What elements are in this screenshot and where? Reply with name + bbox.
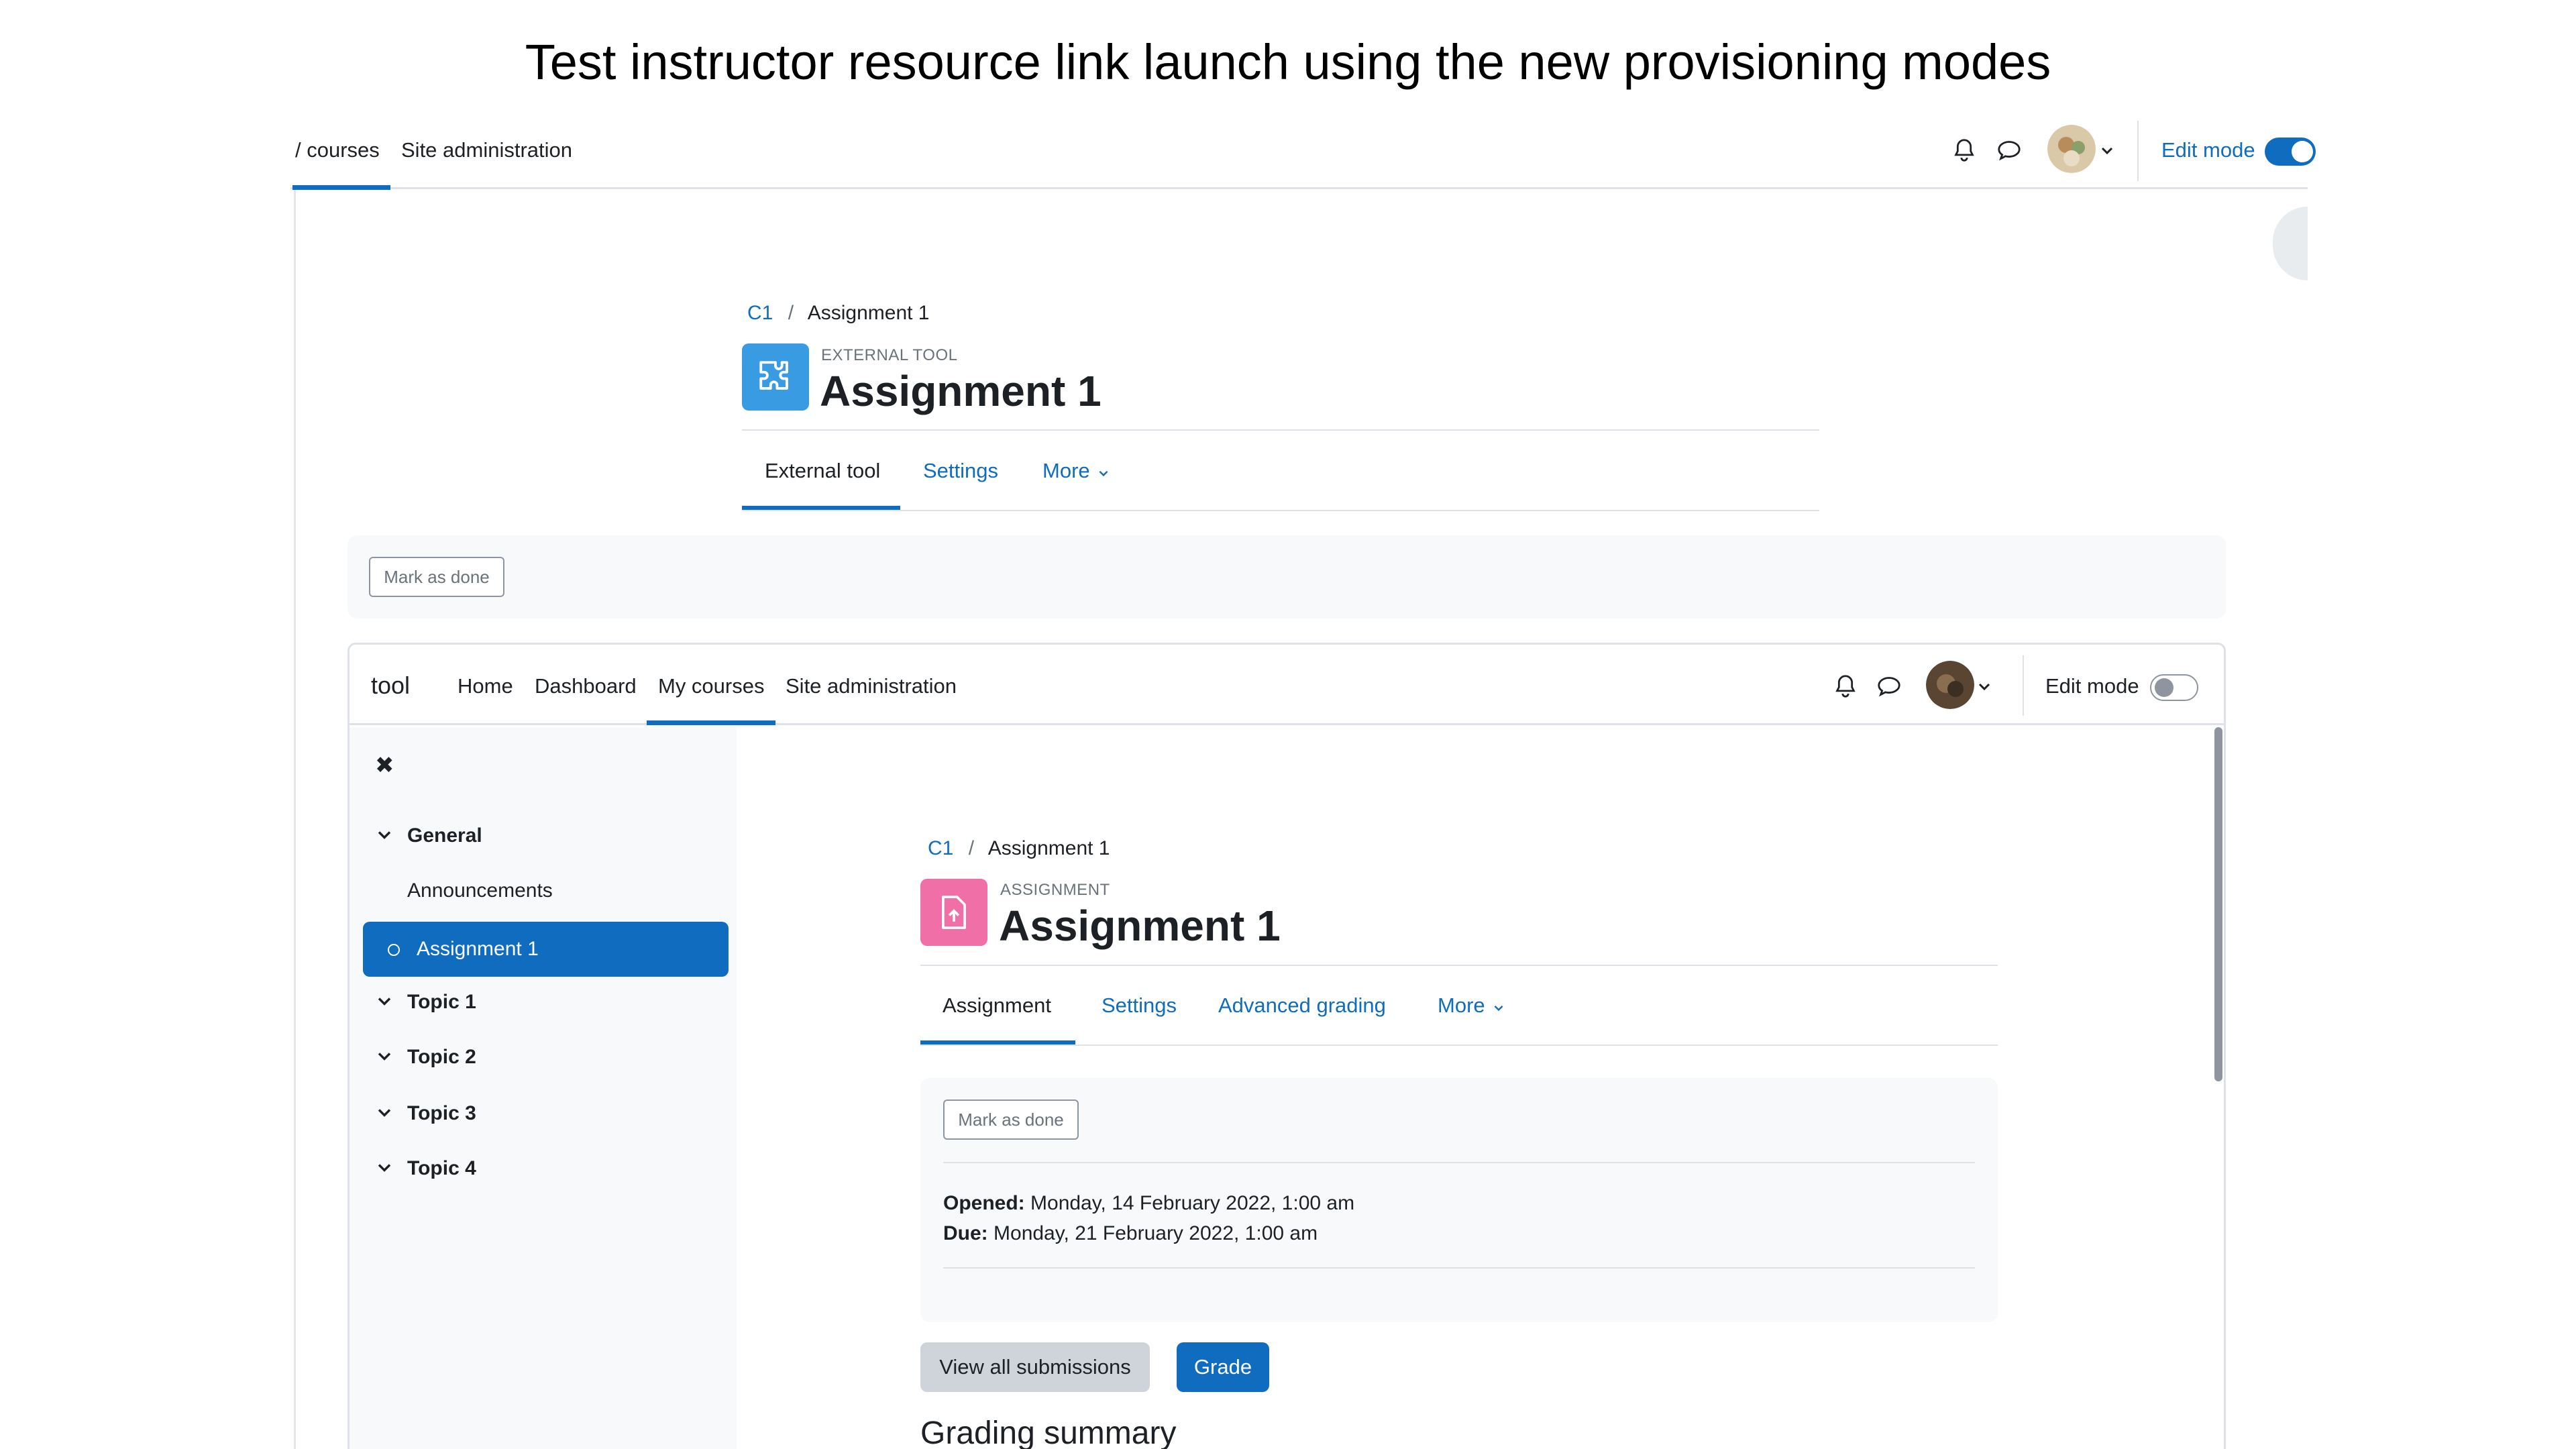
scrollbar-thumb[interactable] <box>2214 727 2222 1081</box>
tab-more-label: More <box>1438 994 1485 1017</box>
sidebar-section-topic-3[interactable]: Topic 3 <box>407 1102 476 1125</box>
nav-site-administration[interactable]: Site administration <box>786 674 957 698</box>
chevron-down-icon[interactable] <box>1976 678 1993 696</box>
tabs-divider-line <box>742 510 1819 511</box>
assignment-icon <box>920 879 987 946</box>
chevron-down-icon[interactable] <box>376 830 392 844</box>
header-divider <box>2023 655 2024 716</box>
mark-as-done-button[interactable]: Mark as done <box>369 557 504 597</box>
sidebar-item-announcements[interactable]: Announcements <box>407 879 553 902</box>
avatar[interactable] <box>1926 661 1974 709</box>
chevron-down-icon <box>1099 470 1108 477</box>
grading-summary-heading: Grading summary <box>920 1415 1177 1449</box>
slide-title: Test instructor resource link launch usi… <box>525 34 2051 90</box>
breadcrumb-current: Assignment 1 <box>807 302 930 324</box>
nav-site-administration[interactable]: Site administration <box>401 138 572 162</box>
chat-icon[interactable] <box>1875 673 1903 700</box>
sidebar-section-topic-1[interactable]: Topic 1 <box>407 991 476 1014</box>
chevron-down-icon[interactable] <box>376 1108 392 1122</box>
breadcrumb: C1 / Assignment 1 <box>747 302 930 325</box>
chevron-down-icon[interactable] <box>376 1051 392 1065</box>
breadcrumb-course[interactable]: C1 <box>747 302 773 324</box>
due-date: Due: Monday, 21 February 2022, 1:00 am <box>943 1222 1318 1245</box>
sidebar-item-label: Assignment 1 <box>417 938 539 960</box>
due-label: Due: <box>943 1222 988 1244</box>
sidebar-section-topic-2[interactable]: Topic 2 <box>407 1046 476 1069</box>
sidebar-item-assignment-1[interactable]: Assignment 1 <box>363 922 729 977</box>
opened-date: Opened: Monday, 14 February 2022, 1:00 a… <box>943 1192 1354 1215</box>
site-brand[interactable]: tool <box>371 672 410 700</box>
tab-external-tool[interactable]: External tool <box>765 459 880 483</box>
edit-mode-label: Edit mode <box>2161 138 2255 162</box>
avatar[interactable] <box>2047 125 2096 173</box>
sidebar-section-topic-4[interactable]: Topic 4 <box>407 1157 476 1180</box>
chat-icon[interactable] <box>1995 137 2023 164</box>
breadcrumb-separator: / <box>968 837 975 859</box>
grade-button[interactable]: Grade <box>1177 1342 1269 1392</box>
breadcrumb-separator: / <box>788 302 794 324</box>
edit-mode-label: Edit mode <box>2045 674 2139 698</box>
chevron-down-icon[interactable] <box>2098 142 2116 160</box>
edit-mode-toggle[interactable] <box>2150 674 2198 701</box>
dates-divider-line <box>943 1162 1975 1163</box>
drawer-toggle-button[interactable] <box>2273 207 2308 280</box>
breadcrumb: C1 / Assignment 1 <box>928 837 1110 860</box>
chevron-down-icon[interactable] <box>376 996 392 1010</box>
activity-type-label: ASSIGNMENT <box>1000 881 1110 899</box>
tab-settings[interactable]: Settings <box>1102 994 1177 1018</box>
chevron-down-icon <box>1494 1005 1503 1012</box>
nav-my-courses[interactable]: My courses <box>658 674 764 698</box>
activity-completion-panel <box>347 535 2226 619</box>
embedded-tool-frame: tool Home Dashboard My courses Site admi… <box>347 643 2226 1449</box>
tab-advanced-grading[interactable]: Advanced grading <box>1218 994 1386 1018</box>
nav-home[interactable]: Home <box>458 674 513 698</box>
close-icon[interactable]: ✖ <box>375 752 394 779</box>
nav-dashboard[interactable]: Dashboard <box>535 674 637 698</box>
tab-more[interactable]: More <box>1438 994 1504 1018</box>
breadcrumb-course[interactable]: C1 <box>928 837 953 859</box>
chevron-down-icon[interactable] <box>376 1163 392 1177</box>
opened-value: Monday, 14 February 2022, 1:00 am <box>1030 1192 1355 1214</box>
nav-my-courses[interactable]: / courses <box>295 138 380 162</box>
bell-icon[interactable] <box>1951 137 1978 164</box>
breadcrumb-current: Assignment 1 <box>987 837 1110 859</box>
bell-icon[interactable] <box>1832 673 1859 700</box>
nav-active-indicator <box>647 720 775 725</box>
completion-circle-icon <box>388 944 400 956</box>
opened-label: Opened: <box>943 1192 1025 1214</box>
page-title: Assignment 1 <box>820 367 1102 415</box>
dates-bottom-divider <box>943 1267 1975 1269</box>
tab-settings[interactable]: Settings <box>923 459 998 483</box>
puzzle-icon <box>742 343 809 411</box>
page-left-border <box>294 189 296 1449</box>
nav-active-indicator <box>292 185 390 190</box>
tabs-divider-line <box>920 1044 1998 1046</box>
due-value: Monday, 21 February 2022, 1:00 am <box>994 1222 1318 1244</box>
activity-type-label: EXTERNAL TOOL <box>821 346 958 364</box>
toggle-knob <box>2155 678 2174 697</box>
view-all-submissions-button[interactable]: View all submissions <box>920 1342 1150 1392</box>
toggle-knob <box>2292 141 2313 162</box>
page-title: Assignment 1 <box>999 902 1281 950</box>
header-divider-line <box>742 429 1819 431</box>
mark-as-done-button[interactable]: Mark as done <box>943 1099 1079 1140</box>
header-divider <box>2137 121 2139 181</box>
header-divider-line <box>920 965 1998 966</box>
sidebar-section-general[interactable]: General <box>407 824 482 847</box>
edit-mode-toggle[interactable] <box>2265 138 2316 166</box>
tab-assignment[interactable]: Assignment <box>943 994 1051 1018</box>
tab-more-label: More <box>1042 459 1090 482</box>
tab-more[interactable]: More <box>1042 459 1109 483</box>
